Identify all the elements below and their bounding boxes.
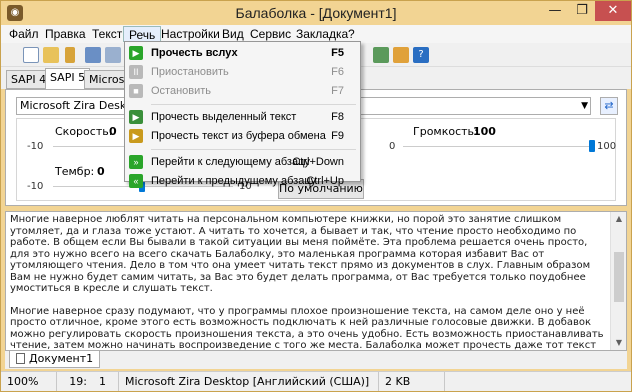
help-icon[interactable]: ? (413, 47, 429, 63)
menu-item-read-aloud[interactable]: ▶ Прочесть вслух F5 (125, 44, 360, 63)
document-icon (16, 353, 25, 364)
menu-item-label: Прочесть вслух (151, 47, 238, 59)
menu-item-shortcut: F5 (331, 47, 344, 59)
settings-icon[interactable] (393, 47, 409, 63)
document-text[interactable]: Многие наверное люблят читать на персона… (10, 214, 606, 351)
speed-min: -10 (27, 141, 44, 152)
menu-item-pause[interactable]: II Приостановить F6 (125, 63, 360, 82)
menu-item-read-clipboard[interactable]: ▶ Прочесть текст из буфера обмена F9 (125, 127, 360, 146)
status-col: 1 (93, 372, 119, 391)
menu-item-prev-paragraph[interactable]: « Перейти к предыдущему абзацу Ctrl+Up (125, 172, 360, 191)
status-size: 2 KB (379, 372, 445, 391)
menu-item-label: Прочесть выделенный текст (151, 111, 297, 123)
document-tab-bar: Документ1 (5, 351, 627, 369)
menu-settings[interactable]: Настройки (156, 26, 225, 42)
speed-label: Скорость: (55, 125, 113, 138)
play-icon: ▶ (129, 46, 143, 60)
paragraph: Многие наверное сразу подумают, что у пр… (10, 305, 604, 351)
menu-help[interactable]: ? (343, 26, 360, 42)
pitch-min: -10 (27, 181, 44, 192)
open-folder-icon[interactable] (43, 47, 59, 63)
refresh-voices-icon[interactable]: ⇄ (600, 97, 618, 115)
next-paragraph-icon: » (129, 155, 143, 169)
menu-file[interactable]: Файл (4, 26, 44, 42)
document-tab[interactable]: Документ1 (9, 351, 101, 368)
pitch-label: Тембр: (55, 165, 95, 178)
scrollbar-thumb[interactable] (614, 252, 624, 302)
application-window: ◉ Балаболка - [Документ1] — ❐ ✕ Файл Пра… (0, 0, 632, 392)
status-voice: Microsoft Zira Desktop [Английский (США)… (119, 372, 379, 391)
minimize-button[interactable]: — (541, 1, 569, 21)
status-bar: 100% 19: 1 Microsoft Zira Desktop [Англи… (1, 371, 631, 391)
vertical-scrollbar[interactable]: ▲ ▼ (610, 212, 626, 350)
speed-value: 0 (109, 125, 117, 138)
convert-icon[interactable] (373, 47, 389, 63)
menu-separator (151, 149, 356, 150)
stop-icon: ■ (129, 84, 143, 98)
maximize-button[interactable]: ❐ (569, 1, 595, 21)
menu-item-label: Остановить (151, 85, 212, 97)
menu-item-shortcut: Ctrl+Up (306, 175, 344, 187)
volume-min: 0 (389, 141, 396, 152)
menu-text[interactable]: Текст (87, 26, 127, 42)
menu-item-stop[interactable]: ■ Остановить F7 (125, 82, 360, 101)
volume-slider[interactable] (403, 146, 593, 148)
menu-item-shortcut: F9 (331, 130, 344, 142)
menu-view[interactable]: Вид (217, 26, 249, 42)
scroll-down-icon[interactable]: ▼ (611, 338, 626, 347)
status-zoom: 100% (1, 372, 57, 391)
menu-item-label: Перейти к следующему абзацу (151, 156, 310, 168)
paragraph: Многие наверное люблят читать на персона… (10, 214, 591, 294)
menu-item-shortcut: F7 (331, 85, 344, 97)
read-selection-icon: ▶ (129, 110, 143, 124)
menu-item-shortcut: Ctrl+Down (292, 156, 344, 168)
volume-slider-thumb[interactable] (589, 140, 595, 152)
menu-tools[interactable]: Сервис (245, 26, 296, 42)
menu-item-label: Перейти к предыдущему абзацу (151, 175, 317, 187)
open-dropdown-icon[interactable] (65, 47, 75, 63)
speech-menu: ▶ Прочесть вслух F5 II Приостановить F6 ■ Остан… (124, 41, 361, 188)
close-button[interactable]: ✕ (595, 1, 631, 21)
text-editor[interactable]: Многие наверное люблят читать на персона… (5, 211, 627, 351)
menu-item-read-selection[interactable]: ▶ Прочесть выделенный текст F8 (125, 108, 360, 127)
pause-icon: II (129, 65, 143, 79)
menu-item-label: Прочесть текст из буфера обмена (151, 130, 326, 142)
pitch-value: 0 (97, 165, 105, 178)
document-tab-label: Документ1 (29, 352, 94, 365)
window-title: Балаболка - [Документ1] (235, 5, 397, 21)
title-bar[interactable]: ◉ Балаболка - [Документ1] — ❐ ✕ (1, 1, 631, 25)
save-icon[interactable] (85, 47, 101, 63)
chevron-down-icon[interactable]: ▼ (581, 98, 588, 114)
print-icon[interactable] (105, 47, 121, 63)
menu-edit[interactable]: Правка (40, 26, 91, 42)
prev-paragraph-icon: « (129, 174, 143, 188)
volume-label: Громкость: (413, 125, 478, 138)
menu-item-label: Приостановить (151, 66, 229, 78)
clipboard-read-icon: ▶ (129, 129, 143, 143)
new-document-icon[interactable] (23, 47, 39, 63)
menu-item-shortcut: F8 (331, 111, 344, 123)
menu-separator (151, 104, 356, 105)
scroll-up-icon[interactable]: ▲ (611, 214, 626, 223)
volume-max: 100 (597, 141, 617, 152)
status-line: 19: (69, 375, 87, 388)
volume-value: 100 (473, 125, 496, 138)
menu-item-next-paragraph[interactable]: » Перейти к следующему абзацу Ctrl+Down (125, 153, 360, 172)
menu-item-shortcut: F6 (331, 66, 344, 78)
